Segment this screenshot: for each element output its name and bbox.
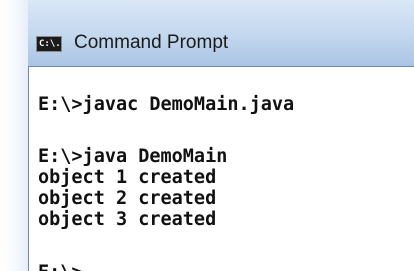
window-title: Command Prompt [74, 32, 229, 53]
console-line-output-2: object 2 created [38, 188, 217, 209]
console-line-output-3: object 3 created [38, 209, 217, 230]
console-line-output-1: object 1 created [38, 167, 217, 188]
icon-label: C:\. [39, 39, 61, 49]
console-line-run: E:\>java DemoMain [38, 146, 228, 167]
command-prompt-window: C:\. Command Prompt E:\>javac DemoMain.j… [0, 0, 414, 271]
window-left-edge [0, 0, 28, 271]
command-prompt-icon[interactable]: C:\. [36, 36, 62, 52]
console-output[interactable]: E:\>javac DemoMain.java E:\>java DemoMai… [28, 66, 414, 271]
console-prompt[interactable]: E:\> [38, 263, 83, 271]
console-line-compile: E:\>javac DemoMain.java [38, 94, 295, 115]
title-bar[interactable]: C:\. Command Prompt [0, 0, 414, 66]
